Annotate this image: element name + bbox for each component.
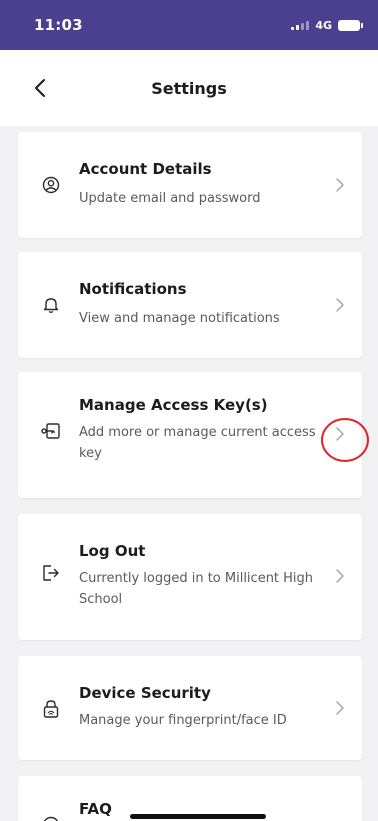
device-security-icon bbox=[40, 698, 62, 720]
settings-item-subtitle: Add more or manage current access key bbox=[79, 425, 316, 461]
chevron-right-icon[interactable] bbox=[332, 177, 348, 193]
settings-item-account-details[interactable]: Account Details Update email and passwor… bbox=[18, 132, 362, 238]
chevron-right-icon[interactable] bbox=[332, 568, 348, 584]
chevron-right-icon[interactable] bbox=[332, 700, 348, 716]
settings-item-title: Notifications bbox=[79, 280, 187, 298]
logout-icon bbox=[40, 562, 62, 584]
network-type: 4G bbox=[315, 18, 332, 32]
settings-item-subtitle: Manage your fingerprint/face ID bbox=[79, 713, 287, 728]
header: Settings bbox=[0, 50, 378, 126]
home-indicator bbox=[130, 814, 266, 819]
settings-item-subtitle: Currently logged in to Millicent High Sc… bbox=[79, 571, 314, 607]
settings-item-subtitle: Update email and password bbox=[79, 191, 261, 206]
settings-item-notifications[interactable]: Notifications View and manage notificati… bbox=[18, 252, 362, 358]
access-key-icon bbox=[40, 420, 62, 442]
faq-icon bbox=[40, 814, 62, 821]
back-button[interactable] bbox=[26, 74, 54, 102]
settings-item-subtitle: View and manage notifications bbox=[79, 311, 280, 326]
status-indicators: 4G bbox=[291, 18, 363, 32]
chevron-right-icon[interactable] bbox=[332, 297, 348, 313]
settings-item-title: FAQ bbox=[79, 800, 112, 818]
signal-icon bbox=[291, 20, 310, 30]
page-title: Settings bbox=[151, 78, 227, 98]
settings-item-title: Device Security bbox=[79, 684, 211, 702]
chevron-right-icon[interactable] bbox=[332, 426, 348, 442]
status-bar: 11:03 4G bbox=[0, 0, 378, 50]
settings-item-title: Log Out bbox=[79, 542, 146, 560]
settings-item-title: Manage Access Key(s) bbox=[79, 396, 268, 414]
settings-item-manage-access-keys[interactable]: Manage Access Key(s) Add more or manage … bbox=[18, 372, 362, 498]
settings-item-device-security[interactable]: Device Security Manage your fingerprint/… bbox=[18, 656, 362, 760]
settings-item-title: Account Details bbox=[79, 160, 212, 178]
account-circle-icon bbox=[40, 174, 62, 196]
settings-item-log-out[interactable]: Log Out Currently logged in to Millicent… bbox=[18, 514, 362, 640]
bell-icon bbox=[40, 294, 62, 316]
chevron-left-icon bbox=[35, 79, 45, 97]
battery-icon bbox=[338, 19, 363, 31]
status-time: 11:03 bbox=[34, 16, 83, 34]
